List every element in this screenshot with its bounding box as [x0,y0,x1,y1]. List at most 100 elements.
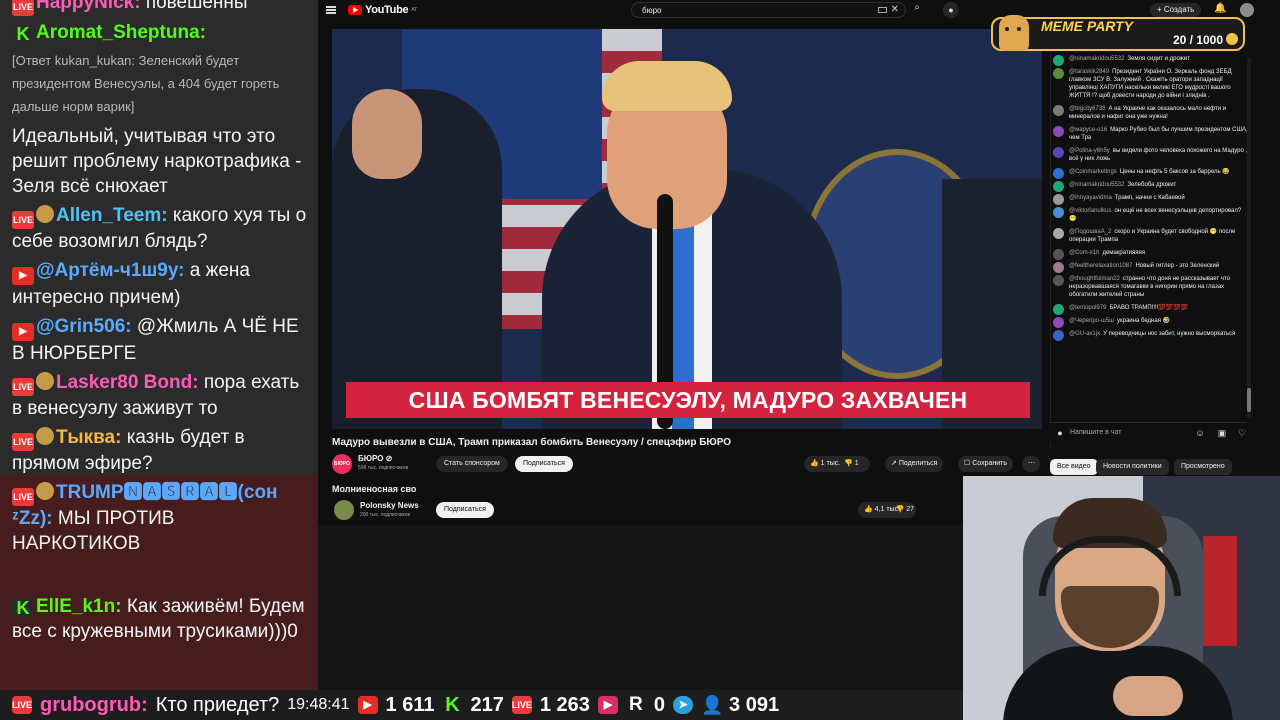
live-chat-username[interactable]: @GU-ax1jx [1069,331,1100,337]
clear-search-icon[interactable]: ✕ [891,4,899,15]
notifications-bell-icon[interactable]: 🔔 [1214,3,1226,14]
next-channel-name[interactable]: Polonsky News [360,501,419,510]
youtube-badge-icon: ▶ [12,267,34,285]
chat-avatar-icon[interactable] [1053,207,1064,218]
next-channel-avatar[interactable] [334,500,354,520]
live-chat-username[interactable]: @feeltherelaxation1087 [1069,263,1132,269]
chat-avatar-icon[interactable] [1053,126,1064,137]
microphone-icon[interactable]: ● [943,2,959,18]
chat-avatar-icon[interactable] [1053,55,1064,66]
video-caption-banner: США БОМБЯТ ВЕНЕСУЭЛУ, МАДУРО ЗАХВАЧЕН [346,382,1030,418]
chat-avatar-icon[interactable] [1053,249,1064,260]
like-dislike-group: 👍 1 тыс. 👎 1 [804,456,870,472]
live-chat-username[interactable]: @ПодошваА_2 [1069,229,1111,235]
chat-avatar-icon[interactable] [1053,228,1064,239]
like-button[interactable]: 👍 1 тыс. [810,460,840,467]
chip-politics-news[interactable]: Новости политики [1096,459,1169,475]
chat-avatar-icon[interactable] [1053,262,1064,273]
more-actions-icon[interactable]: ⋯ [1022,456,1040,472]
chat-avatar-icon[interactable] [1053,147,1064,158]
save-button[interactable]: ☐ Сохранить [958,456,1014,472]
live-chat-username[interactable]: @Черепро-ш5ш [1069,318,1114,324]
live-chat-text: Зелебоба дрожит [1127,182,1177,188]
create-button[interactable]: + Создать [1150,3,1202,17]
live-chat-message: @ihnyayavidma Трамп, начни с Кабаевой [1051,193,1250,205]
stream-chat-overlay: LIVE HappyNick: повешенны K Aromat_Sheptun… [0,0,318,690]
account-avatar[interactable] [1240,3,1254,17]
live-chat-message: @Coinmarketings Цены на нефть 5 баксов за… [1051,167,1250,179]
live-chat-username[interactable]: @ninamakridou5532 [1069,182,1124,188]
chip-all-videos[interactable]: Все видео [1050,459,1098,475]
live-chat-username[interactable]: @ihnyayavidma [1069,195,1112,201]
channel-avatar[interactable]: БЮРО [332,454,352,474]
rutube-viewer-count: 0 [653,693,666,716]
chat-avatar-icon[interactable] [1053,68,1064,79]
next-like-dislike-group: 👍 4,1 тыс. 👎 27 [858,502,916,518]
next-video-title[interactable]: Молниеносная сво [332,484,416,494]
chat-username: grubogrub: [40,693,148,716]
scrollbar-thumb[interactable] [1247,388,1251,412]
meme-party-title: MEME PARTY [1041,18,1134,34]
chat-avatar-icon[interactable] [1053,194,1064,205]
youtube-logo-icon [348,5,362,15]
next-channel-subscribers: 200 тыс. подписчиков [360,512,411,518]
like-count: 1 тыс. [820,460,841,467]
menu-icon[interactable] [326,6,336,14]
account-icon: ● [1057,428,1063,438]
live-chat-message: @Com-x1h демакратияяяя [1051,248,1250,260]
emoji-icon[interactable]: ☺ [1194,427,1206,439]
search-icon[interactable]: ⌕ [908,2,926,18]
telegram-icon: ➤ [673,696,694,714]
chat-avatar-icon[interactable] [1053,168,1064,179]
live-chat-username[interactable]: @bigcity6738 [1069,106,1105,112]
join-sponsor-button[interactable]: Стать спонсором [436,456,508,472]
youtube-badge-icon: ▶ [12,323,34,341]
live-chat-message: @ПодошваА_2 скоро и Украина будет свободн… [1051,227,1250,245]
live-chat-username[interactable]: @taraskik2849 [1069,69,1109,75]
search-input[interactable]: бюро ✕ [631,2,906,18]
live-chat-message: @Polina-y6h5y вы видели фото человека пох… [1051,146,1250,164]
live-chat-message: @Черепро-ш5ш украина бедная 🤣 [1051,316,1250,328]
chip-watched[interactable]: Просмотрено [1174,459,1232,475]
chat-avatar-icon[interactable] [1053,181,1064,192]
live-chat-username[interactable]: @Com-x1h [1069,250,1099,256]
share-button[interactable]: ↗ Поделиться [885,456,944,472]
super-chat-icon[interactable]: ▣ [1216,427,1228,439]
emote-icon [36,372,54,390]
youtube-logo[interactable]: YouTube AT [348,4,417,16]
chat-username: EllE_k1n: [36,596,122,617]
live-chat-username[interactable]: @viktorianulkus [1069,208,1111,214]
live-chat-message: @viktorianulkus он ещё не всех венесуэльц… [1051,206,1250,224]
chat-avatar-icon[interactable] [1053,275,1064,286]
youtube-viewer-count: 1 611 [385,693,435,716]
channel-name[interactable]: БЮРО ⊘ [358,454,392,463]
live-chat-username[interactable]: @Coinmarketings [1069,169,1117,175]
next-subscribe-button[interactable]: Подписаться [436,502,494,518]
chat-avatar-icon[interactable] [1053,330,1064,341]
chat-avatar-icon[interactable] [1053,304,1064,315]
coin-icon [1226,33,1238,45]
live-chat-username[interactable]: @temopol979 [1069,305,1106,311]
chat-username: Lasker80 Bond: [56,372,199,393]
chat-username: @Артём-ч1ш9у: [36,260,185,281]
chat-text: Кто приедет? [155,693,280,716]
live-chat-username[interactable]: @ninamakridou5532 [1069,56,1124,62]
video-player[interactable]: США БОМБЯТ ВЕНЕСУЭЛУ, МАДУРО ЗАХВАЧЕН [332,29,1042,429]
dislike-button[interactable]: 👎 1 [844,460,859,467]
kick-icon: K [442,695,463,715]
next-dislike-button[interactable]: 👎 27 [896,502,916,518]
chat-avatar-icon[interactable] [1053,105,1064,116]
live-badge-icon: LIVE [12,433,34,451]
subscribe-button[interactable]: Подписаться [515,456,573,472]
heart-icon[interactable]: ♡ [1236,427,1248,439]
live-chat-input[interactable]: ● Напишите в чат ☺ ▣ ♡ [1050,422,1246,442]
chat-message: K Aromat_Sheptuna: [0,18,318,47]
kick-viewer-count: 217 [470,693,504,716]
live-chat-scrollbar[interactable] [1247,58,1251,418]
live-chat-username[interactable]: @thoughtfulman22 [1069,276,1120,282]
live-chat-username[interactable]: @Polina-y6h5y [1069,148,1110,154]
chat-avatar-icon[interactable] [1053,317,1064,328]
live-chat-username[interactable]: @марусе-о16 [1069,127,1107,133]
stream-clock: 19:48:41 [287,696,350,713]
keyboard-icon[interactable] [878,7,887,13]
